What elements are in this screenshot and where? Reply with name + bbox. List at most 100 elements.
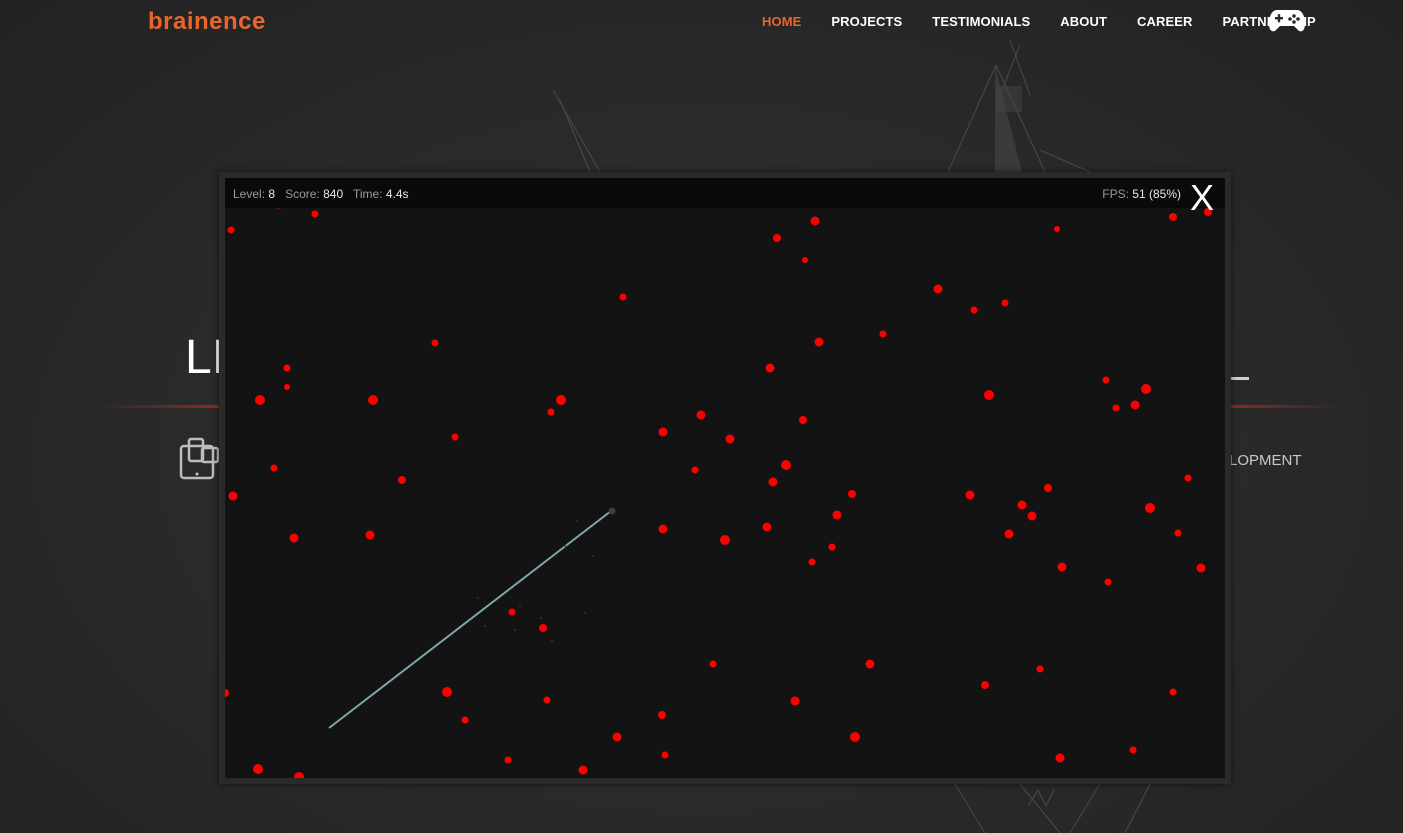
- enemy-dot: [228, 491, 238, 501]
- score-label: Score:: [285, 187, 320, 201]
- devices-icon: [179, 437, 220, 480]
- enemy-dot: [725, 434, 735, 444]
- enemy-dot: [1057, 562, 1067, 572]
- enemy-dot: [504, 756, 512, 764]
- nav-home[interactable]: HOME: [762, 14, 801, 29]
- enemy-dot: [661, 751, 669, 759]
- enemy-dot: [814, 337, 824, 347]
- service-label: LOPMENT: [1229, 452, 1302, 469]
- enemy-dot: [970, 306, 978, 314]
- enemy-dot: [284, 384, 290, 390]
- gamepad-icon[interactable]: [1268, 8, 1306, 34]
- enemy-dot: [1044, 484, 1052, 492]
- enemy-dot: [1196, 563, 1206, 573]
- enemy-dot: [832, 510, 842, 520]
- enemy-dot: [1129, 746, 1137, 754]
- hero-divider-left: [94, 405, 219, 408]
- enemy-dot: [799, 416, 807, 424]
- nav-testimonials[interactable]: TESTIMONIALS: [932, 14, 1030, 29]
- level-value: 8: [268, 187, 276, 201]
- nav-projects[interactable]: PROJECTS: [831, 14, 902, 29]
- hud-stats: Level: 8 Score: 840 Time: 4.4s: [233, 187, 409, 201]
- enemy-dot: [578, 765, 588, 775]
- enemy-dot: [658, 711, 666, 719]
- enemy-dot: [508, 608, 516, 616]
- enemy-dot: [879, 330, 887, 338]
- enemy-dot: [933, 284, 943, 294]
- enemy-dot: [1104, 578, 1112, 586]
- enemy-dot: [1027, 511, 1037, 521]
- brand-logo[interactable]: brainence: [148, 8, 266, 36]
- score-value: 840: [323, 187, 344, 201]
- enemy-dot: [765, 363, 775, 373]
- enemy-dot: [543, 696, 551, 704]
- enemy-dot: [1001, 299, 1009, 307]
- nav-about[interactable]: ABOUT: [1060, 14, 1107, 29]
- enemy-dot: [619, 293, 627, 301]
- enemy-dot: [1017, 500, 1027, 510]
- fps-label: FPS:: [1102, 187, 1129, 201]
- enemy-dot: [294, 772, 304, 778]
- enemy-dot: [451, 433, 459, 441]
- enemy-dot: [270, 464, 278, 472]
- enemy-dot: [965, 490, 975, 500]
- enemy-dot: [1112, 404, 1120, 412]
- enemy-dot: [658, 427, 668, 437]
- enemy-dot: [398, 476, 406, 484]
- enemy-dot: [808, 558, 816, 566]
- enemy-dot: [461, 716, 469, 724]
- enemy-dot: [1102, 376, 1110, 384]
- enemy-dot: [255, 395, 265, 405]
- enemy-dot: [1174, 529, 1182, 537]
- level-label: Level:: [233, 187, 266, 201]
- enemy-dot: [802, 257, 808, 263]
- player-trail: [328, 510, 612, 729]
- player-cursor[interactable]: [608, 507, 616, 515]
- hero-divider-right: [1231, 405, 1344, 408]
- enemy-dot: [709, 660, 717, 668]
- enemy-dot: [1169, 213, 1177, 221]
- enemy-dot: [781, 460, 791, 470]
- time-label: Time:: [352, 187, 383, 201]
- close-game-button[interactable]: X: [1190, 178, 1214, 218]
- enemy-dot: [1004, 529, 1014, 539]
- game-canvas[interactable]: Level: 8 Score: 840 Time: 4.4s FPS: 51 (…: [225, 178, 1225, 778]
- enemy-dot: [1141, 384, 1151, 394]
- enemy-dot: [225, 689, 229, 697]
- enemy-dot: [539, 624, 547, 632]
- enemy-dot: [1184, 474, 1192, 482]
- enemy-dot: [1169, 688, 1177, 696]
- nav-career[interactable]: CAREER: [1137, 14, 1193, 29]
- enemy-dot: [1145, 503, 1155, 513]
- enemy-dot: [1130, 400, 1140, 410]
- game-field[interactable]: [225, 178, 1225, 778]
- enemy-dot: [556, 395, 566, 405]
- enemy-dot: [227, 226, 235, 234]
- enemy-dot: [1055, 753, 1065, 763]
- enemy-dot: [547, 408, 555, 416]
- enemy-dot: [865, 659, 875, 669]
- enemy-dot: [981, 681, 989, 689]
- enemy-dot: [810, 216, 820, 226]
- enemy-dot: [691, 466, 699, 474]
- enemy-dot: [365, 530, 375, 540]
- main-navigation: HOME PROJECTS TESTIMONIALS ABOUT CAREER …: [762, 14, 1346, 29]
- enemy-dot: [850, 732, 860, 742]
- enemy-dot: [773, 234, 781, 242]
- enemy-dot: [790, 696, 800, 706]
- enemy-dot: [720, 535, 730, 545]
- enemy-dot: [1036, 665, 1044, 673]
- enemy-dot: [283, 364, 291, 372]
- enemy-dot: [431, 339, 439, 347]
- enemy-dot: [311, 210, 319, 218]
- enemy-dot: [984, 390, 994, 400]
- enemy-dot: [253, 764, 263, 774]
- time-value: 4.4s: [385, 187, 409, 201]
- enemy-dot: [368, 395, 378, 405]
- enemy-dot: [848, 490, 856, 498]
- enemy-dot: [696, 410, 706, 420]
- enemy-dot: [768, 477, 778, 487]
- enemy-dot: [289, 533, 299, 543]
- enemy-dot: [828, 543, 836, 551]
- game-hud: Level: 8 Score: 840 Time: 4.4s FPS: 51 (…: [225, 178, 1225, 208]
